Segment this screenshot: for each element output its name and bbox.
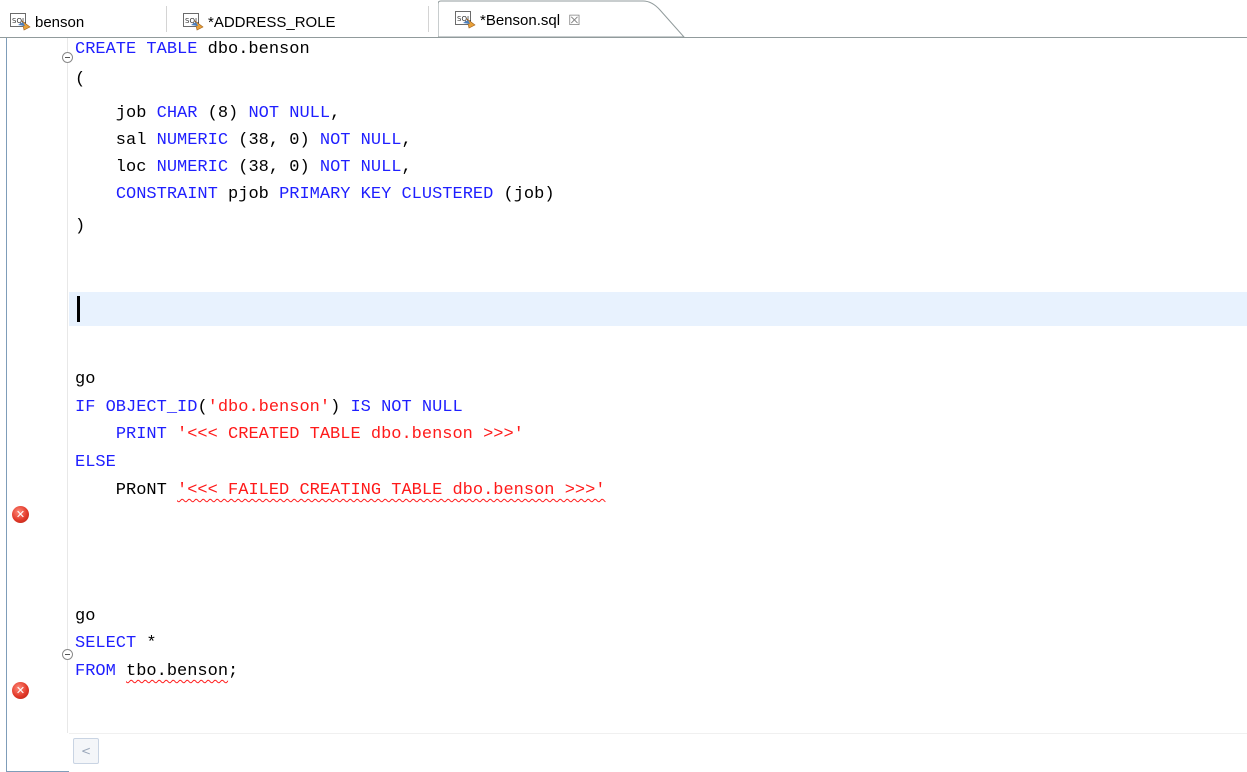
code-keyword: IF [75,398,96,417]
code-line[interactable]: CREATE TABLE dbo.benson [75,38,310,62]
code-text: ( [197,398,208,417]
code-line[interactable]: loc NUMERIC (38, 0) NOT NULL, [75,156,412,180]
code-text: * [136,634,157,653]
code-keyword: OBJECT_ID [105,398,198,417]
code-text: (job) [493,185,555,204]
tab-address-role[interactable]: SQL *ADDRESS_ROLE [183,6,336,38]
code-string: '<<< CREATED TABLE dbo.benson >>>' [177,425,524,444]
code-text: , [401,131,412,150]
code-text: loc [75,158,157,177]
code-keyword: CREATE TABLE [75,40,198,59]
code-line[interactable]: PRINT '<<< CREATED TABLE dbo.benson >>>' [75,423,524,447]
code-keyword: NOT NULL [319,158,402,177]
code-text: ( [75,70,86,89]
code-keyword: FROM [75,662,116,681]
code-text: job [75,104,157,123]
code-keyword: IS NOT NULL [350,398,463,417]
sql-editor[interactable]: ✕ ✕ CREATE TABLE dbo.benson( job CHAR (8… [6,38,1247,772]
code-line[interactable]: sal NUMERIC (38, 0) NOT NULL, [75,129,412,153]
code-line[interactable]: ELSE [75,451,116,475]
sql-file-icon: SQL [183,13,204,31]
code-keyword: NUMERIC [156,158,229,177]
code-line[interactable]: SELECT * [75,632,157,656]
scroll-left-button[interactable]: < [73,738,99,764]
code-line[interactable]: FROM tbo.benson; [75,660,238,684]
code-keyword: CONSTRAINT [115,185,218,204]
sql-file-icon: SQL [10,13,31,31]
code-line[interactable]: job CHAR (8) NOT NULL, [75,102,340,126]
tab-benson[interactable]: SQL benson [10,6,84,38]
code-text: ) [75,217,86,236]
code-line[interactable]: IF OBJECT_ID('dbo.benson') IS NOT NULL [75,396,463,420]
close-icon[interactable]: ☒ [568,13,581,27]
code-text: , [401,158,412,177]
code-token-error: '<<< FAILED CREATING TABLE dbo.benson >>… [177,481,606,500]
editor-tab-bar: SQL benson SQL *ADDRESS_ROLE SQL *Benson… [0,0,1247,38]
tab-label: *ADDRESS_ROLE [208,13,336,31]
code-text: (38, 0) [228,131,320,150]
code-line[interactable]: go [75,605,95,629]
sql-file-icon: SQL [455,11,476,29]
tab-label: *Benson.sql [480,11,561,29]
code-text: , [330,104,341,123]
code-keyword: NOT NULL [319,131,402,150]
code-text: pjob [217,185,280,204]
tab-divider [166,6,167,32]
code-text: (38, 0) [228,158,320,177]
code-line[interactable]: CONSTRAINT pjob PRIMARY KEY CLUSTERED (j… [75,183,555,207]
code-keyword: PRIMARY KEY CLUSTERED [279,185,494,204]
tab-label: benson [35,13,85,31]
code-text: PRoNT [75,481,178,500]
horizontal-scrollbar[interactable]: < [69,733,1247,772]
code-keyword: ELSE [75,453,116,472]
code-keyword: SELECT [75,634,137,653]
code-text: ) [330,398,351,417]
code-keyword: PRINT [115,425,167,444]
code-keyword: NUMERIC [156,131,229,150]
code-text: (8) [197,104,249,123]
code-line[interactable]: PRoNT '<<< FAILED CREATING TABLE dbo.ben… [75,479,606,503]
code-text: go [75,370,96,389]
tab-divider [428,6,429,32]
code-text: sal [75,131,157,150]
code-text: ; [228,662,239,681]
code-text: dbo.benson [197,40,310,59]
code-area[interactable]: CREATE TABLE dbo.benson ( job CHAR (8) NO… [7,38,1247,733]
code-line[interactable]: ( [75,68,85,92]
code-line[interactable]: go [75,368,95,392]
tab-benson-sql[interactable]: SQL *Benson.sql ☒ [445,2,597,38]
code-keyword: NOT NULL [248,104,331,123]
code-text: go [75,607,96,626]
code-line[interactable]: ) [75,215,85,239]
code-string: 'dbo.benson' [207,398,331,417]
code-keyword: CHAR [156,104,198,123]
code-token-error: tbo.benson [126,662,229,681]
